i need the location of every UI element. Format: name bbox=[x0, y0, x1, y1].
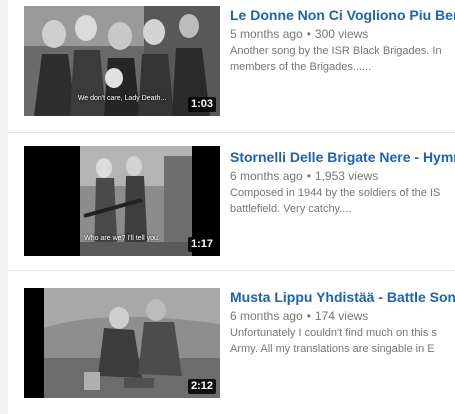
divider bbox=[8, 132, 455, 133]
video-age: 5 months ago bbox=[230, 27, 303, 41]
video-stats: 6 months ago • 1,953 views bbox=[230, 168, 455, 184]
video-duration: 1:17 bbox=[187, 237, 216, 252]
video-meta: Stornelli Delle Brigate Nere - Hymn C 6 … bbox=[230, 148, 455, 216]
video-title[interactable]: Musta Lippu Yhdistää - Battle Song bbox=[230, 288, 455, 306]
video-thumbnail[interactable]: Who are we? I'll tell you. 1:17 bbox=[24, 146, 220, 256]
sidebar-strip bbox=[0, 0, 8, 414]
video-description-line: Composed in 1944 by the soldiers of the … bbox=[230, 187, 441, 199]
video-views: 1,953 views bbox=[314, 169, 379, 183]
video-title[interactable]: Le Donne Non Ci Vogliono Piu Bene bbox=[230, 6, 455, 24]
video-stats: 5 months ago • 300 views bbox=[230, 26, 455, 42]
video-description-line: Another song by the ISR Black Brigades. … bbox=[230, 45, 442, 57]
separator-dot: • bbox=[306, 27, 311, 41]
video-item[interactable]: 2:12 Musta Lippu Yhdistää - Battle Song … bbox=[8, 272, 455, 404]
video-stats: 6 months ago • 174 views bbox=[230, 308, 455, 324]
separator-dot: • bbox=[306, 169, 311, 183]
video-description-line: Unfortunately I couldn't find much on th… bbox=[230, 327, 437, 339]
video-views: 300 views bbox=[314, 27, 369, 41]
video-title[interactable]: Stornelli Delle Brigate Nere - Hymn C bbox=[230, 148, 455, 166]
video-duration: 2:12 bbox=[187, 379, 216, 394]
video-age: 6 months ago bbox=[230, 169, 303, 183]
video-description-line: members of the Brigades...... bbox=[230, 61, 372, 73]
video-meta: Musta Lippu Yhdistää - Battle Song 6 mon… bbox=[230, 288, 455, 356]
video-views: 174 views bbox=[314, 309, 369, 323]
video-thumbnail[interactable]: 2:12 bbox=[24, 288, 220, 398]
video-duration: 1:03 bbox=[187, 97, 216, 112]
video-description-line: battlefield. Very catchy.... bbox=[230, 203, 352, 215]
video-list: We don't care, Lady Death... 1:03 Le Don… bbox=[8, 0, 455, 414]
video-meta: Le Donne Non Ci Vogliono Piu Bene 5 mont… bbox=[230, 6, 455, 74]
video-description-line: Army. All my translations are singable i… bbox=[230, 343, 435, 355]
divider bbox=[8, 270, 455, 271]
video-item[interactable]: Who are we? I'll tell you. 1:17 Stornell… bbox=[8, 136, 455, 268]
separator-dot: • bbox=[306, 309, 311, 323]
video-item[interactable]: We don't care, Lady Death... 1:03 Le Don… bbox=[8, 0, 455, 132]
video-age: 6 months ago bbox=[230, 309, 303, 323]
video-thumbnail[interactable]: We don't care, Lady Death... 1:03 bbox=[24, 6, 220, 116]
